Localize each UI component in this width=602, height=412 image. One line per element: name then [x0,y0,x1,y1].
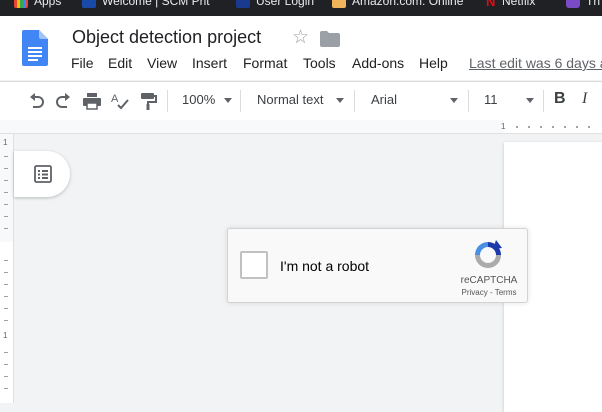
paint-format-icon[interactable] [138,91,158,111]
ruler-tick [4,284,8,285]
print-icon[interactable] [82,91,102,111]
ruler-tick [4,216,8,217]
ruler-tick [4,388,8,389]
spellcheck-icon[interactable]: A [110,91,130,111]
recaptcha-widget: I'm not a robot reCAPTCHA Privacy - Term… [227,228,528,303]
menu-format[interactable]: Format [242,55,288,71]
bookmark-label: Netflix [502,0,536,8]
chevron-down-icon[interactable] [526,98,534,103]
toolbar-divider [543,90,544,112]
document-title[interactable]: Object detection project [72,27,261,48]
recaptcha-brand: reCAPTCHA [460,275,518,286]
folder-icon[interactable] [320,31,340,47]
ruler-tick [4,168,8,169]
bookmark-label: Apps [34,0,62,8]
toolbar-divider [240,90,241,112]
bold-button[interactable]: B [554,90,566,108]
chevron-down-icon[interactable] [450,98,458,103]
ruler-tick [4,204,8,205]
recaptcha-privacy-terms-links[interactable]: Privacy - Terms [454,288,524,297]
formatting-toolbar: A 100% Normal text Arial 11 B I [0,81,602,121]
ruler-tick [4,156,8,157]
bookmark-label: Th [586,0,601,8]
font-size-select[interactable]: 11 [484,92,498,110]
menu-insert[interactable]: Insert [191,55,228,71]
bookmarks-bar: Apps Welcome | SCM Prit User Login Amazo… [0,0,602,16]
menu-help[interactable]: Help [418,55,449,71]
paragraph-style-select[interactable]: Normal text [257,92,323,110]
ruler-number: 1 [3,331,8,340]
redo-icon[interactable] [54,91,74,111]
google-docs-logo-icon[interactable] [22,30,48,66]
bookmark-label: User Login [256,0,315,8]
vertical-ruler[interactable]: 1 1 [0,134,14,403]
ruler-tick [4,376,8,377]
ruler-tick [4,320,8,321]
toolbar-divider [167,90,168,112]
ruler-tick [552,126,554,128]
ruler-tick [528,126,530,128]
netflix-favicon-icon: N [486,0,496,9]
ruler-tick [576,126,578,128]
menu-view[interactable]: View [146,55,178,71]
ruler-tick [4,364,8,365]
chevron-down-icon[interactable] [336,98,344,103]
bookmark-label: Amazon.com: Online [352,0,464,8]
bookmark-welcome[interactable]: Welcome | SCM Prit [82,0,210,9]
ruler-tick [4,308,8,309]
zoom-select[interactable]: 100% [182,92,215,110]
undo-icon[interactable] [26,91,46,111]
chevron-down-icon[interactable] [224,98,232,103]
bookmark-apps[interactable]: Apps [14,0,61,9]
bookmark-favicon-icon [566,0,580,8]
bookmark-favicon-icon [82,0,96,8]
menu-tools[interactable]: Tools [302,55,337,71]
toolbar-divider [468,90,469,112]
toolbar-divider [354,90,355,112]
svg-text:A: A [111,93,119,105]
last-edit-link[interactable]: Last edit was 6 days ago [469,55,602,71]
ruler-tick [540,126,542,128]
ruler-tick [516,126,518,128]
bookmark-label: Welcome | SCM Prit [102,0,210,8]
ruler-tick [4,180,8,181]
recaptcha-checkbox[interactable] [240,251,268,279]
ruler-tick [4,296,8,297]
ruler-tick [4,228,8,229]
ruler-number: 1 [3,138,8,147]
italic-button[interactable]: I [582,90,587,108]
show-outline-button[interactable] [14,151,70,197]
menu-edit[interactable]: Edit [107,55,133,71]
recaptcha-label: I'm not a robot [280,258,370,274]
bookmark-netflix[interactable]: N Netflix [486,0,535,9]
apps-grid-icon [14,0,28,8]
star-icon[interactable]: ☆ [292,27,309,49]
ruler-number: 1 [501,122,506,131]
menu-file[interactable]: File [70,55,95,71]
bookmark-user-login[interactable]: User Login [236,0,314,9]
ruler-tick [564,126,566,128]
ruler-tick [4,352,8,353]
ruler-tick [588,126,590,128]
docs-header: Object detection project ☆ File Edit Vie… [0,16,602,80]
horizontal-ruler[interactable]: 1 [0,120,602,134]
bookmark-other[interactable]: Th [566,0,600,9]
ruler-tick [4,192,8,193]
bookmark-favicon-icon [236,0,250,8]
amazon-favicon-icon [332,0,346,8]
ruler-tick [4,272,8,273]
ruler-page-area [0,242,13,403]
recaptcha-logo-icon [475,240,502,268]
menu-add-ons[interactable]: Add-ons [351,55,405,71]
ruler-tick [4,260,8,261]
bookmark-amazon[interactable]: Amazon.com: Online [332,0,463,9]
document-outline-icon [34,165,52,183]
font-family-select[interactable]: Arial [371,92,397,110]
